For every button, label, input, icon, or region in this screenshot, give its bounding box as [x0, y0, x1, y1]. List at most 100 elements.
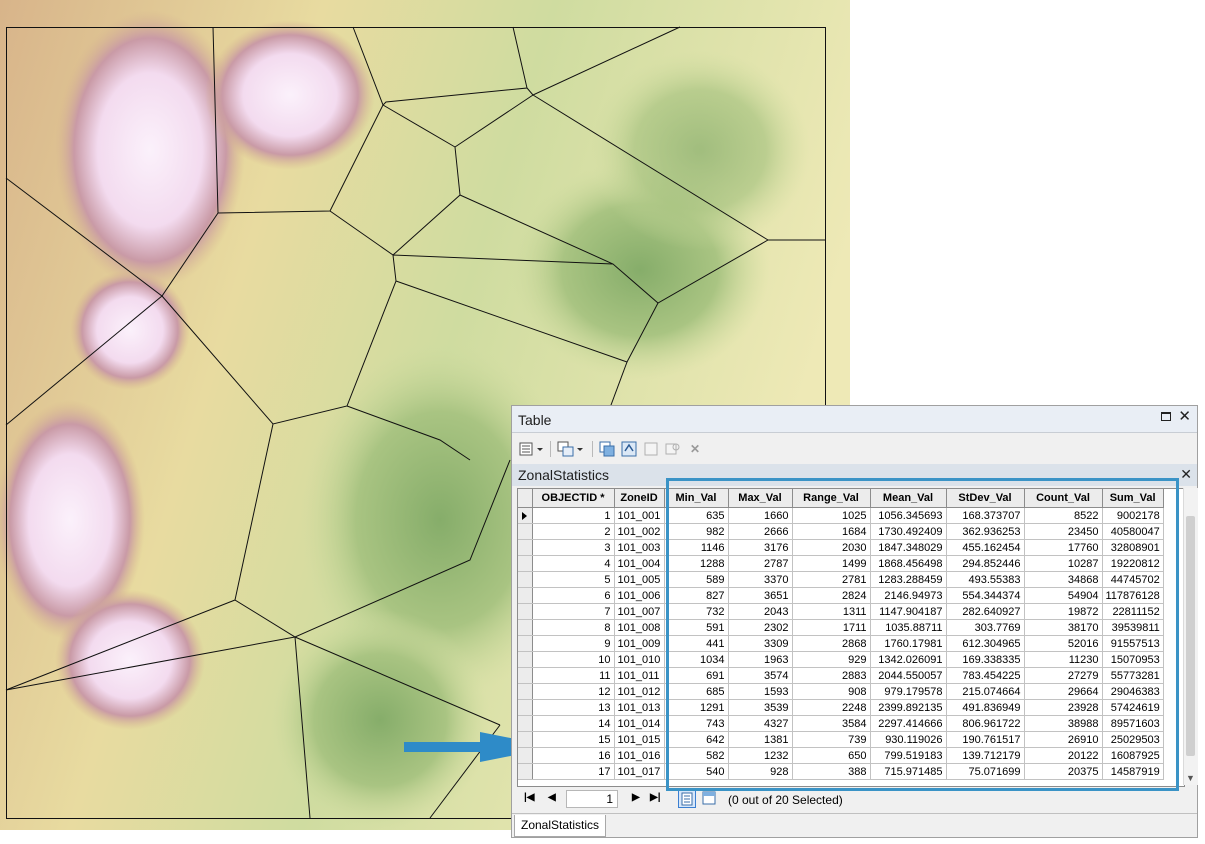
- table-cell[interactable]: 22811152: [1102, 603, 1164, 620]
- table-cell[interactable]: 12: [532, 683, 615, 700]
- table-cell[interactable]: 17760: [1024, 539, 1103, 556]
- current-record-field[interactable]: 1: [566, 790, 618, 808]
- table-cell[interactable]: 101_009: [614, 635, 665, 652]
- table-cell[interactable]: 799.519183: [870, 747, 947, 764]
- window-titlebar[interactable]: Table ✕: [512, 406, 1197, 433]
- table-cell[interactable]: 4: [532, 555, 615, 572]
- table-cell[interactable]: 294.852446: [946, 555, 1025, 572]
- table-cell[interactable]: 34868: [1024, 571, 1103, 588]
- column-header[interactable]: Max_Val: [728, 489, 793, 508]
- row-selector[interactable]: [518, 667, 533, 684]
- column-header[interactable]: Min_Val: [664, 489, 729, 508]
- table-cell[interactable]: 1847.348029: [870, 539, 947, 556]
- table-cell[interactable]: 57424619: [1102, 699, 1164, 716]
- table-cell[interactable]: 101_012: [614, 683, 665, 700]
- table-cell[interactable]: 2868: [792, 635, 871, 652]
- table-cell[interactable]: 591: [664, 619, 729, 636]
- table-cell[interactable]: 101_007: [614, 603, 665, 620]
- table-cell[interactable]: 1291: [664, 699, 729, 716]
- table-cell[interactable]: 101_016: [614, 747, 665, 764]
- table-cell[interactable]: 2302: [728, 619, 793, 636]
- previous-record-icon[interactable]: ◀: [548, 792, 556, 803]
- table-row[interactable]: 13 101_013 1291 3539 2248 2399.892135 491.8369…: [518, 699, 1164, 716]
- table-cell[interactable]: 685: [664, 683, 729, 700]
- table-cell[interactable]: 1283.288459: [870, 571, 947, 588]
- table-cell[interactable]: 1025: [792, 507, 871, 524]
- table-cell[interactable]: 982: [664, 523, 729, 540]
- table-cell[interactable]: 2030: [792, 539, 871, 556]
- table-cell[interactable]: 1035.88711: [870, 619, 947, 636]
- table-cell[interactable]: 2781: [792, 571, 871, 588]
- delete-selected-icon[interactable]: ✕: [686, 439, 704, 459]
- table-cell[interactable]: 5: [532, 571, 615, 588]
- table-cell[interactable]: 27279: [1024, 667, 1103, 684]
- table-cell[interactable]: 19220812: [1102, 555, 1164, 572]
- table-cell[interactable]: 101_003: [614, 539, 665, 556]
- table-cell[interactable]: 1146: [664, 539, 729, 556]
- table-cell[interactable]: 1342.026091: [870, 651, 947, 668]
- table-cell[interactable]: 26910: [1024, 731, 1103, 748]
- zoom-to-selected-icon[interactable]: [664, 439, 682, 459]
- row-selector[interactable]: [518, 763, 533, 780]
- table-cell[interactable]: 3370: [728, 571, 793, 588]
- attribute-grid[interactable]: OBJECTID * ZoneID Min_Val Max_Val Range_…: [517, 488, 1185, 787]
- table-cell[interactable]: 827: [664, 587, 729, 604]
- table-cell[interactable]: 732: [664, 603, 729, 620]
- column-header[interactable]: StDev_Val: [946, 489, 1025, 508]
- table-cell[interactable]: 8522: [1024, 507, 1103, 524]
- table-cell[interactable]: 89571603: [1102, 715, 1164, 732]
- table-cell[interactable]: 928: [728, 763, 793, 780]
- table-cell[interactable]: 3: [532, 539, 615, 556]
- table-cell[interactable]: 168.373707: [946, 507, 1025, 524]
- table-cell[interactable]: 1147.904187: [870, 603, 947, 620]
- table-row[interactable]: 12 101_012 685 1593 908 979.179578 215.074664 2…: [518, 683, 1164, 700]
- row-selector-header[interactable]: [518, 489, 533, 508]
- table-cell[interactable]: 4327: [728, 715, 793, 732]
- row-selector[interactable]: [518, 571, 533, 588]
- table-row[interactable]: 3 101_003 1146 3176 2030 1847.348029 455.16245…: [518, 539, 1164, 556]
- table-cell[interactable]: 101_014: [614, 715, 665, 732]
- table-cell[interactable]: 25029503: [1102, 731, 1164, 748]
- table-cell[interactable]: 1760.17981: [870, 635, 947, 652]
- table-cell[interactable]: 3176: [728, 539, 793, 556]
- table-cell[interactable]: 1963: [728, 651, 793, 668]
- row-selector[interactable]: [518, 523, 533, 540]
- row-selector[interactable]: [518, 619, 533, 636]
- table-cell[interactable]: 493.55383: [946, 571, 1025, 588]
- table-cell[interactable]: 908: [792, 683, 871, 700]
- select-by-attributes-icon[interactable]: [598, 439, 616, 459]
- column-header[interactable]: ZoneID: [614, 489, 665, 508]
- column-header[interactable]: Count_Val: [1024, 489, 1103, 508]
- table-row[interactable]: 8 101_008 591 2302 1711 1035.88711 303.7769 381…: [518, 619, 1164, 636]
- table-cell[interactable]: 6: [532, 587, 615, 604]
- row-selector[interactable]: [518, 731, 533, 748]
- table-cell[interactable]: 806.961722: [946, 715, 1025, 732]
- clear-selection-icon[interactable]: [642, 439, 660, 459]
- table-cell[interactable]: 1730.492409: [870, 523, 947, 540]
- table-cell[interactable]: 3574: [728, 667, 793, 684]
- table-cell[interactable]: 612.304965: [946, 635, 1025, 652]
- table-cell[interactable]: 1593: [728, 683, 793, 700]
- table-cell[interactable]: 101_002: [614, 523, 665, 540]
- table-cell[interactable]: 20122: [1024, 747, 1103, 764]
- table-row[interactable]: 1 101_001 635 1660 1025 1056.345693 168.373707…: [518, 507, 1164, 524]
- table-cell[interactable]: 715.971485: [870, 763, 947, 780]
- table-cell[interactable]: 101_005: [614, 571, 665, 588]
- table-row[interactable]: 17 101_017 540 928 388 715.971485 75.071699 203…: [518, 763, 1164, 780]
- table-cell[interactable]: 23450: [1024, 523, 1103, 540]
- table-cell[interactable]: 3651: [728, 587, 793, 604]
- row-selector[interactable]: [518, 747, 533, 764]
- table-cell[interactable]: 38170: [1024, 619, 1103, 636]
- show-all-records-icon[interactable]: [678, 790, 696, 808]
- table-cell[interactable]: 2043: [728, 603, 793, 620]
- table-cell[interactable]: 9002178: [1102, 507, 1164, 524]
- table-cell[interactable]: 15: [532, 731, 615, 748]
- table-cell[interactable]: 52016: [1024, 635, 1103, 652]
- related-tables-icon[interactable]: [556, 439, 586, 459]
- table-cell[interactable]: 589: [664, 571, 729, 588]
- table-cell[interactable]: 582: [664, 747, 729, 764]
- row-selector[interactable]: [518, 651, 533, 668]
- table-cell[interactable]: 91557513: [1102, 635, 1164, 652]
- table-cell[interactable]: 303.7769: [946, 619, 1025, 636]
- row-selector[interactable]: [518, 587, 533, 604]
